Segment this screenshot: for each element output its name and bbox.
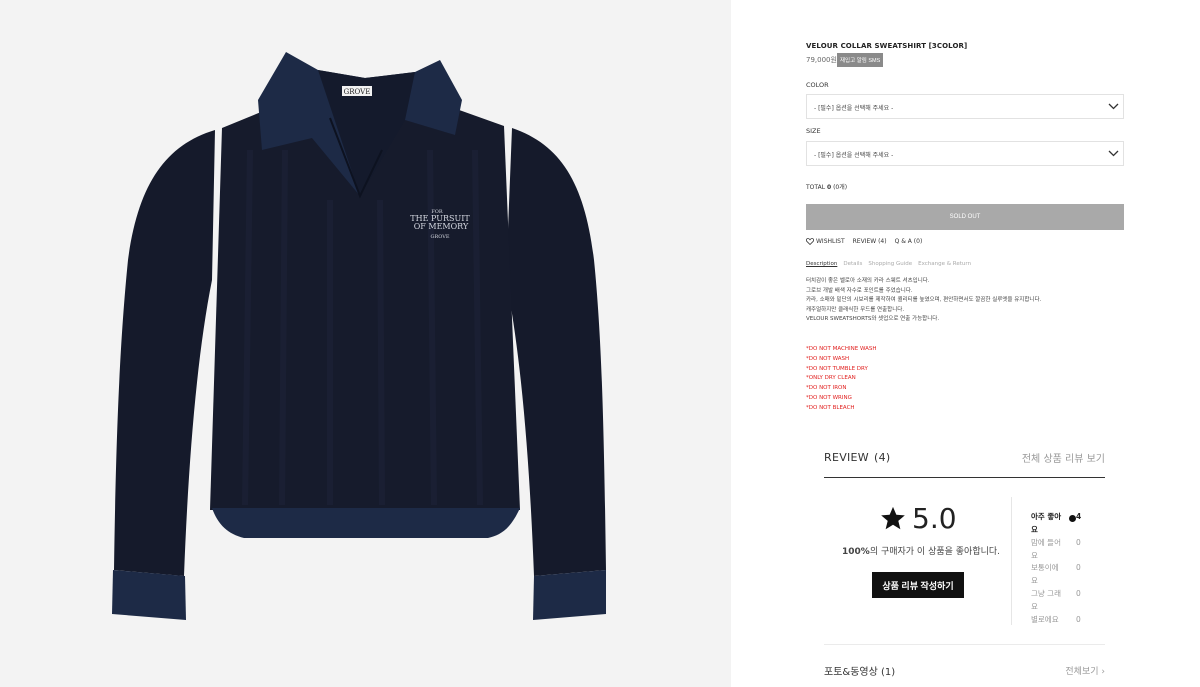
rating-count: 0 <box>1076 563 1081 572</box>
review-score: 5.0 <box>880 502 957 535</box>
star-icon <box>881 506 905 530</box>
rating-count: 0 <box>1076 615 1081 624</box>
wishlist-link[interactable]: WISHLIST <box>816 238 845 245</box>
divider <box>824 477 1105 478</box>
total-price: TOTAL 0 (0개) <box>806 182 847 191</box>
divider <box>824 644 1105 645</box>
tab-description[interactable]: Description <box>806 261 837 267</box>
review-title: REVIEW <box>824 451 869 464</box>
description-line: 그로브 개발 배색 자수로 포인트를 주었습니다. <box>806 287 913 294</box>
qa-link[interactable]: Q & A (0) <box>895 238 923 245</box>
divider <box>1011 497 1012 625</box>
rating-count: 4 <box>1076 512 1082 521</box>
photo-video-title: 포토&동영상 (1) <box>824 667 896 678</box>
write-review-button[interactable]: 상품 리뷰 작성하기 <box>872 572 964 598</box>
review-satisfaction: 100%의 구매자가 이 상품을 좋아합니다. <box>842 544 1000 557</box>
care-line: *DO NOT WRING <box>806 394 852 401</box>
tab-shopping-guide[interactable]: Shopping Guide <box>868 261 912 267</box>
review-heading: REVIEW (4) <box>824 451 890 464</box>
product-description: 터치감이 좋은 벨로아 소재의 카라 스웨트 셔츠입니다. 그로브 개발 배색 … <box>806 277 1041 325</box>
product-title: VELOUR COLLAR SWEATSHIRT [3COLOR] <box>806 42 968 50</box>
product-actions: WISHLIST REVIEW (4) Q & A (0) <box>806 238 930 245</box>
restock-sms-button[interactable]: 재입고 알림 SMS <box>837 53 884 67</box>
rating-count: 0 <box>1076 538 1081 547</box>
care-line: *ONLY DRY CLEAN <box>806 375 856 382</box>
svg-text:GROVE: GROVE <box>430 234 449 240</box>
svg-text:OF MEMORY: OF MEMORY <box>414 222 469 231</box>
rating-label: 맘에 들어요 <box>1031 538 1061 560</box>
color-select[interactable]: - [필수] 옵션을 선택해 주세요 - <box>806 94 1124 119</box>
description-line: VELOUR SWEATSHORTS와 셋업으로 연출 가능합니다. <box>806 316 940 323</box>
color-label: COLOR <box>806 81 829 89</box>
care-line: *DO NOT WASH <box>806 355 850 362</box>
tab-details[interactable]: Details <box>843 261 862 267</box>
care-line: *DO NOT BLEACH <box>806 404 855 411</box>
care-instructions: *DO NOT MACHINE WASH *DO NOT WASH *DO NO… <box>806 345 877 414</box>
rating-label: 보통이에요 <box>1031 563 1059 585</box>
care-line: *DO NOT IRON <box>806 385 847 392</box>
chevron-down-icon <box>1108 103 1119 110</box>
brand-tag: GROVE <box>344 88 371 96</box>
view-all-reviews-link[interactable]: 전체 상품 리뷰 보기 <box>1022 450 1105 465</box>
review-percent-text: 의 구매자가 이 상품을 좋아합니다. <box>869 547 1001 557</box>
review-score-value: 5.0 <box>912 502 957 535</box>
size-label: SIZE <box>806 127 821 135</box>
rating-label: 그냥 그래요 <box>1031 589 1061 611</box>
care-line: *DO NOT TUMBLE DRY <box>806 365 868 372</box>
sold-out-button[interactable]: SOLD OUT <box>806 204 1124 230</box>
heart-icon <box>806 238 814 245</box>
size-select-value: - [필수] 옵션을 선택해 주세요 - <box>814 152 894 159</box>
description-line: 카라, 소매와 밑단의 시보리를 제작하여 퀄리티를 높였으며, 편안하면서도 … <box>806 297 1042 304</box>
total-amount: 0 <box>826 184 832 191</box>
tab-exchange-return[interactable]: Exchange & Return <box>918 261 971 267</box>
total-count: (0개) <box>833 184 848 191</box>
rating-label: 별로에요 <box>1031 615 1059 624</box>
review-link[interactable]: REVIEW (4) <box>853 238 887 245</box>
sweatshirt-image: GROVE FOR THE PURSUIT OF MEMORY GROVE <box>112 52 606 620</box>
review-section: REVIEW (4) 전체 상품 리뷰 보기 5.0 100%의 구매자가 이 상… <box>824 436 1105 687</box>
total-label: TOTAL <box>806 184 826 191</box>
review-percent: 100% <box>842 547 870 557</box>
product-price: 79,000원 <box>806 56 837 64</box>
size-select[interactable]: - [필수] 옵션을 선택해 주세요 - <box>806 141 1124 166</box>
review-count: (4) <box>874 451 891 464</box>
description-line: 터치감이 좋은 벨로아 소재의 카라 스웨트 셔츠입니다. <box>806 278 930 284</box>
description-line: 캐주얼하지만 클래식한 무드를 연출합니다. <box>806 306 905 313</box>
rating-label: 아주 좋아요 <box>1031 512 1062 534</box>
rating-count: 0 <box>1076 589 1081 598</box>
rating-dot <box>1069 515 1076 522</box>
product-image-panel: GROVE FOR THE PURSUIT OF MEMORY GROVE <box>0 0 731 687</box>
photo-video-view-all-link[interactable]: 전체보기 › <box>1065 664 1105 677</box>
detail-tabs: Description Details Shopping Guide Excha… <box>806 261 977 267</box>
color-select-value: - [필수] 옵션을 선택해 주세요 - <box>814 105 894 112</box>
care-line: *DO NOT MACHINE WASH <box>806 346 877 352</box>
chevron-down-icon <box>1108 150 1119 157</box>
